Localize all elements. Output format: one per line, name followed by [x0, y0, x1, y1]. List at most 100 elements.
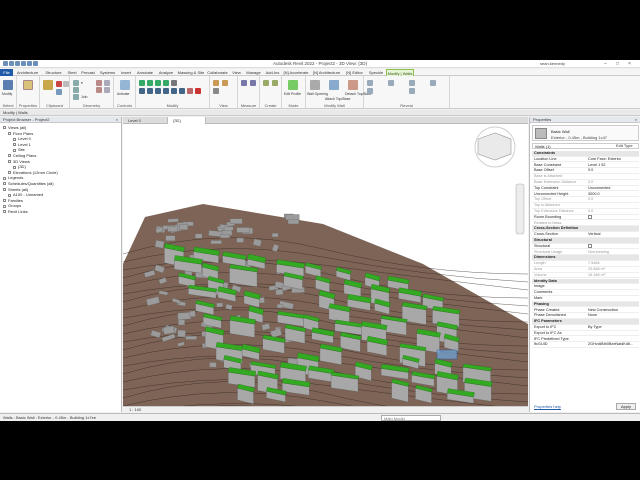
edit-type-button[interactable]: Edit Type: [616, 143, 633, 149]
attach-icon[interactable]: [329, 80, 339, 90]
tree-toggle-icon[interactable]: [3, 182, 6, 186]
ribbon-tab-steel[interactable]: Steel: [65, 69, 79, 76]
dimension-icon[interactable]: [250, 80, 256, 86]
mirror-axis-icon[interactable]: [155, 80, 161, 86]
tree-toggle-icon[interactable]: [3, 126, 6, 130]
tree-item[interactable]: 3D Views: [8, 159, 30, 164]
type-selector[interactable]: Basic Wall Exterior - 0.45m - Building 1…: [532, 125, 639, 141]
tree-item[interactable]: Schedules/Quantities (all): [3, 181, 54, 186]
offset-icon[interactable]: [147, 80, 153, 86]
tree-toggle-icon[interactable]: [13, 137, 16, 141]
measure-icon[interactable]: [241, 80, 247, 86]
create-parts-icon[interactable]: [272, 80, 278, 86]
tree-toggle-icon[interactable]: [8, 160, 11, 164]
tree-toggle-icon[interactable]: [13, 143, 16, 147]
trim-icon[interactable]: [163, 88, 169, 94]
tree-toggle-icon[interactable]: [3, 210, 6, 214]
tree-item[interactable]: Sheets (all): [3, 187, 28, 192]
ribbon-tab-view[interactable]: View: [229, 69, 244, 76]
pin-icon[interactable]: [187, 88, 193, 94]
cut-icon[interactable]: [56, 81, 62, 87]
apply-button[interactable]: Apply: [615, 403, 636, 410]
scale-icon[interactable]: [179, 88, 185, 94]
ribbon-tab-structure[interactable]: Structure: [42, 69, 65, 76]
properties-help-link[interactable]: Properties help: [534, 404, 561, 409]
close-icon[interactable]: ×: [116, 117, 118, 123]
tree-toggle-icon[interactable]: [8, 193, 11, 197]
user-name[interactable]: sean.kennedy: [540, 61, 565, 66]
tree-item[interactable]: Level 0: [13, 136, 31, 141]
tree-item[interactable]: Elevations (12mm Circle): [8, 170, 58, 175]
ribbon-tab-insert[interactable]: Insert: [118, 69, 134, 76]
move-icon[interactable]: [139, 88, 145, 94]
tree-toggle-icon[interactable]: [3, 199, 6, 203]
override-icon[interactable]: [213, 88, 219, 94]
array-icon[interactable]: [171, 88, 177, 94]
property-checkbox[interactable]: [588, 214, 592, 219]
reveal-icon[interactable]: [367, 80, 373, 86]
tree-toggle-icon[interactable]: [3, 176, 6, 180]
edit-profile-icon[interactable]: [288, 80, 298, 90]
3d-model-render[interactable]: [123, 124, 528, 406]
wall-opening-icon[interactable]: [310, 80, 320, 90]
tree-toggle-icon[interactable]: [3, 204, 6, 208]
cap-icon[interactable]: [388, 80, 394, 86]
ribbon-tab-add-ins[interactable]: Add-Ins: [263, 69, 282, 76]
paste-icon[interactable]: [43, 80, 53, 90]
delete-icon[interactable]: [195, 88, 201, 94]
mirror-draw-icon[interactable]: [163, 80, 169, 86]
ribbon-tab-annotate[interactable]: Annotate: [134, 69, 156, 76]
split-reveal-icon[interactable]: [430, 80, 436, 86]
hide-icon[interactable]: [213, 80, 219, 86]
ribbon-tab-precast[interactable]: Precast: [79, 69, 97, 76]
tree-item[interactable]: Revit Links: [3, 209, 28, 214]
tab-3d-view[interactable]: {3D}: [168, 117, 206, 124]
sweep-icon[interactable]: [367, 88, 373, 94]
ribbon-tab-n-architecture[interactable]: [N] Architecture: [310, 69, 343, 76]
cope-icon[interactable]: [73, 80, 79, 86]
rotate-icon[interactable]: [155, 88, 161, 94]
tree-item[interactable]: {3D}: [13, 164, 26, 169]
ribbon-tab-file[interactable]: File: [0, 69, 13, 76]
tree-item[interactable]: Families: [3, 198, 23, 203]
align-icon[interactable]: [139, 80, 145, 86]
tree-toggle-icon[interactable]: [13, 165, 16, 169]
tree-item[interactable]: Ceiling Plans: [8, 153, 36, 158]
tree-item[interactable]: Site: [13, 147, 25, 152]
property-checkbox[interactable]: [588, 243, 592, 248]
tree-item[interactable]: Floor Plans: [8, 131, 33, 136]
ribbon-tab-modify-walls[interactable]: Modify | Walls: [386, 69, 414, 76]
property-value[interactable]: 2GHvd8Nb0BxeNaldKd6...: [588, 342, 633, 348]
maximize-icon[interactable]: □: [616, 61, 619, 67]
ribbon-tab-manage[interactable]: Manage: [244, 69, 263, 76]
copy-element-icon[interactable]: [147, 88, 153, 94]
demolish-icon[interactable]: [96, 87, 102, 93]
ribbon-tab-architecture[interactable]: Architecture: [13, 69, 42, 76]
tree-item[interactable]: Legends: [3, 175, 23, 180]
close-icon[interactable]: ×: [628, 61, 631, 67]
ribbon-tab-collaborate[interactable]: Collaborate: [206, 69, 229, 76]
detach-icon[interactable]: [348, 80, 358, 90]
create-assembly-icon[interactable]: [263, 80, 269, 86]
ribbon-tab-n-editor[interactable]: [N] Editor: [343, 69, 366, 76]
match-properties-icon[interactable]: [63, 81, 69, 87]
properties-icon[interactable]: [23, 80, 33, 90]
copy-icon[interactable]: [56, 89, 62, 95]
close-icon[interactable]: ×: [635, 117, 637, 123]
cut-geometry-icon[interactable]: [73, 87, 79, 93]
modify-arrow-icon[interactable]: [3, 80, 13, 90]
split-face-icon[interactable]: [104, 80, 110, 86]
ribbon-tab-n-accelerate[interactable]: [N] Accelerate: [282, 69, 310, 76]
tree-toggle-icon[interactable]: [3, 188, 6, 192]
linework-icon[interactable]: [222, 80, 228, 86]
main-model-selector[interactable]: Main Model: [381, 415, 441, 421]
3d-viewport[interactable]: [123, 124, 528, 406]
glass-icon[interactable]: [409, 88, 415, 94]
ribbon-tab-massing-site[interactable]: Massing & Site: [176, 69, 206, 76]
tree-item[interactable]: Level 1: [13, 142, 31, 147]
wall-joins-icon[interactable]: [96, 80, 102, 86]
paint-icon[interactable]: [104, 87, 110, 93]
host-icon[interactable]: [409, 80, 415, 86]
view-scale[interactable]: 1 : 100: [129, 407, 141, 412]
minimize-icon[interactable]: –: [604, 61, 607, 67]
